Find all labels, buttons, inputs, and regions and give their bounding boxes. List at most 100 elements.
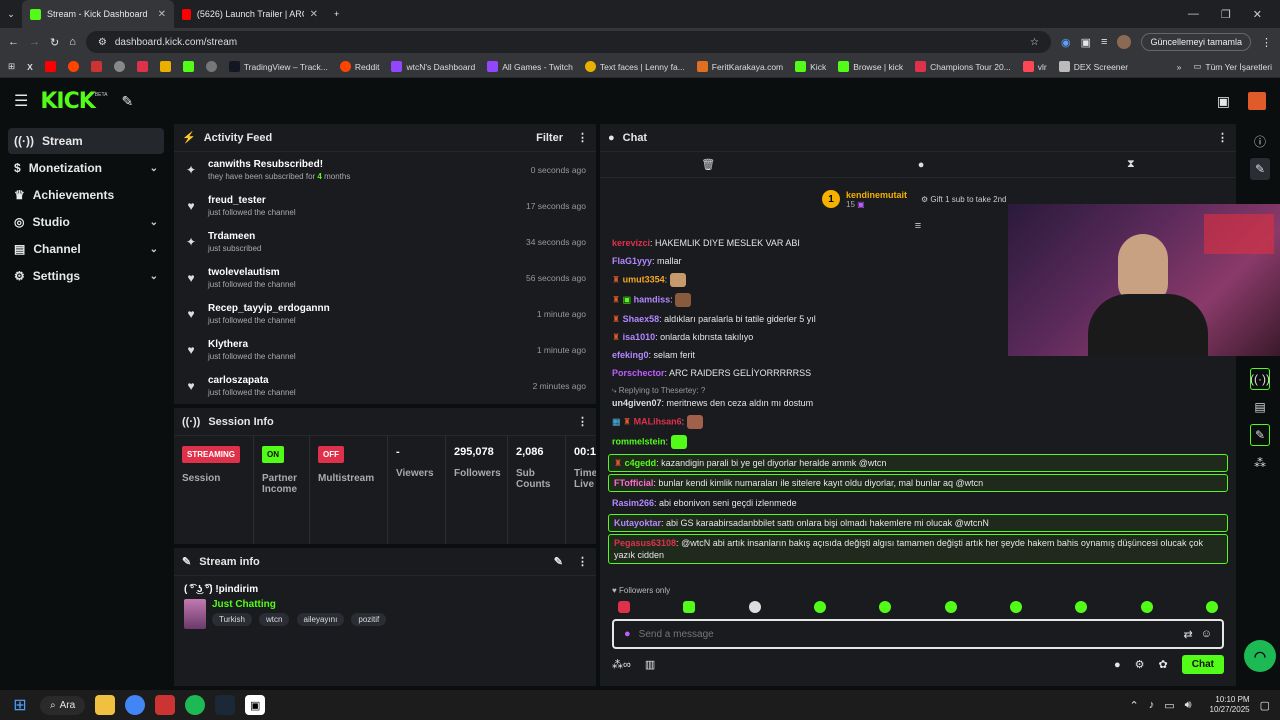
sidebar-item-stream[interactable]: ((·)) Stream: [8, 128, 164, 154]
close-icon[interactable]: ✕: [310, 9, 318, 20]
y-icon[interactable]: [136, 61, 148, 72]
steam-icon[interactable]: [215, 695, 236, 715]
trash-icon[interactable]: 🗑: [701, 158, 715, 171]
tag-chip[interactable]: wtcn: [259, 613, 290, 626]
channel-avatar[interactable]: [1248, 92, 1266, 110]
bookmark-star-icon[interactable]: ☆: [1030, 37, 1039, 48]
gifter-name[interactable]: kendinemutait: [846, 190, 907, 200]
bookmark-item[interactable]: Champions Tour 20...: [915, 61, 1011, 72]
windows-start-icon[interactable]: ⊞: [10, 695, 30, 715]
emote-icon[interactable]: [618, 601, 630, 613]
mic-icon[interactable]: ♪: [1149, 699, 1155, 711]
translate-icon[interactable]: ⇄: [1184, 628, 1193, 641]
chat-message-highlighted[interactable]: Kutayoktar: abi GS karaabirsadanbbilet s…: [608, 514, 1228, 532]
settings-icon[interactable]: ⚙: [1135, 658, 1145, 671]
tab-search-icon[interactable]: ⌄: [0, 0, 22, 28]
chevron-up-icon[interactable]: ⌃: [1129, 699, 1138, 712]
bookmark-item[interactable]: vlr: [1022, 61, 1047, 72]
chat-message[interactable]: Porschector: ARC RAIDERS GELİYORRRRRSS: [600, 364, 1236, 382]
tab-kick-dashboard[interactable]: Stream - Kick Dashboard ✕: [22, 0, 174, 28]
app-icon[interactable]: ▣: [245, 695, 266, 715]
gmail-icon[interactable]: [90, 61, 102, 72]
url-field[interactable]: ⚙ dashboard.kick.com/stream ☆: [85, 31, 1052, 53]
bookmark-item[interactable]: All Games - Twitch: [487, 61, 573, 72]
spotify-icon[interactable]: [185, 695, 206, 715]
forward-icon[interactable]: →: [29, 36, 40, 48]
category-thumbnail[interactable]: [184, 599, 206, 629]
filter-button[interactable]: Filter: [536, 132, 563, 144]
globe-icon[interactable]: [205, 61, 217, 72]
emote-icon[interactable]: [944, 601, 957, 613]
sidebar-item-channel[interactable]: ▤ Channel ⌄: [8, 236, 164, 262]
list-item[interactable]: ♥ freud_tester just followed the channel …: [174, 188, 596, 224]
mic-icon[interactable]: ●: [624, 628, 631, 640]
emote-icon[interactable]: [813, 601, 826, 613]
reddit-icon[interactable]: [67, 61, 79, 72]
hourglass-icon[interactable]: ⧗: [1127, 158, 1135, 171]
chat-message-highlighted[interactable]: FTofficial: bunlar kendi kimlik numarala…: [608, 474, 1228, 492]
emote-icon[interactable]: [748, 601, 761, 613]
home-icon[interactable]: ⌂: [69, 36, 76, 48]
extensions-puzzle-icon[interactable]: ▣: [1081, 36, 1091, 49]
more-options-icon[interactable]: ⋮: [577, 555, 588, 568]
store-icon[interactable]: ▥: [645, 658, 655, 671]
emote-icon[interactable]: [1205, 601, 1218, 613]
emote-icon[interactable]: [1009, 601, 1022, 613]
minimize-icon[interactable]: —: [1188, 8, 1199, 21]
info-icon[interactable]: ⓘ: [1250, 130, 1270, 152]
site-info-icon[interactable]: ⚙: [98, 37, 107, 48]
back-icon[interactable]: ←: [8, 36, 19, 48]
list-item[interactable]: ♥ Recep_tayyip_erdogannn just followed th…: [174, 296, 596, 332]
bookmark-item[interactable]: wtcN's Dashboard: [391, 61, 475, 72]
volume-icon[interactable]: 🔊︎: [1185, 699, 1192, 712]
wrench-icon[interactable]: ✎: [1250, 424, 1270, 446]
broadcast-icon[interactable]: ((·)): [1250, 368, 1270, 390]
new-tab-button[interactable]: +: [326, 0, 347, 28]
network-icon[interactable]: ▭: [1164, 699, 1174, 712]
chat-message[interactable]: Rasim266: abi ebonivon seni geçdi izlenm…: [600, 494, 1236, 512]
list-item[interactable]: ♥ twolevelautism just followed the channe…: [174, 260, 596, 296]
bookmark-item[interactable]: Browse | kick: [838, 61, 903, 72]
kick-logo[interactable]: KICK: [40, 89, 95, 114]
chat-bubble-icon[interactable]: ●: [1114, 659, 1121, 671]
users-icon[interactable]: ⁂: [1250, 452, 1270, 474]
clock[interactable]: 10:10 PM 10/27/2025: [1210, 695, 1250, 715]
tag-chip[interactable]: pozitif: [351, 613, 387, 626]
sidebar-item-settings[interactable]: ⚙ Settings ⌄: [8, 263, 164, 289]
sidebar-item-monetization[interactable]: $ Monetization ⌄: [8, 155, 164, 181]
bookmark-icon[interactable]: [159, 61, 171, 72]
apps-icon[interactable]: ⊞: [8, 61, 15, 72]
emote-icon[interactable]: [879, 601, 892, 613]
notifications-icon[interactable]: ▢: [1260, 699, 1270, 712]
screen-icon[interactable]: ▣: [1217, 93, 1230, 110]
avatar[interactable]: [1117, 35, 1132, 49]
app-icon[interactable]: [155, 695, 176, 715]
tag-chip[interactable]: Turkish: [212, 613, 252, 626]
chat-message[interactable]: un4given07: meritnews den ceza aldın mı …: [600, 397, 1236, 412]
close-icon[interactable]: ✕: [158, 9, 166, 20]
message-input[interactable]: [638, 628, 1176, 640]
printer-icon[interactable]: ▤: [1250, 396, 1270, 418]
x-icon[interactable]: X: [27, 62, 33, 72]
emote-icon[interactable]: [1140, 601, 1153, 613]
chat-message[interactable]: rommelstein:: [600, 432, 1236, 452]
support-icon[interactable]: ◠: [1244, 640, 1276, 672]
users-icon[interactable]: ⁂∞: [612, 658, 631, 671]
emote-icon[interactable]: [683, 601, 696, 613]
bookmark-item[interactable]: Text faces | Lenny fa...: [584, 61, 685, 72]
emote-icon[interactable]: [1075, 601, 1088, 613]
speech-bubble-icon[interactable]: ●: [918, 159, 925, 171]
list-item[interactable]: ♥ carloszapata just followed the channel …: [174, 368, 596, 404]
reload-icon[interactable]: ↻: [50, 36, 59, 49]
bookmark-icon[interactable]: [182, 61, 194, 72]
all-bookmarks[interactable]: ▭ Tüm Yer İşaretleri: [1193, 61, 1272, 72]
close-window-icon[interactable]: ✕: [1253, 8, 1262, 21]
bookmark-item[interactable]: Kick: [795, 61, 826, 72]
category-link[interactable]: Just Chatting: [212, 599, 390, 610]
brush-icon[interactable]: ✎: [121, 93, 133, 110]
github-icon[interactable]: [113, 61, 125, 72]
more-bookmarks-icon[interactable]: »: [1177, 62, 1182, 72]
menu-icon[interactable]: ⋮: [1261, 36, 1272, 49]
file-explorer-icon[interactable]: [95, 695, 116, 715]
gift-prompt[interactable]: ⚙ Gift 1 sub to take 2nd: [921, 195, 1006, 204]
